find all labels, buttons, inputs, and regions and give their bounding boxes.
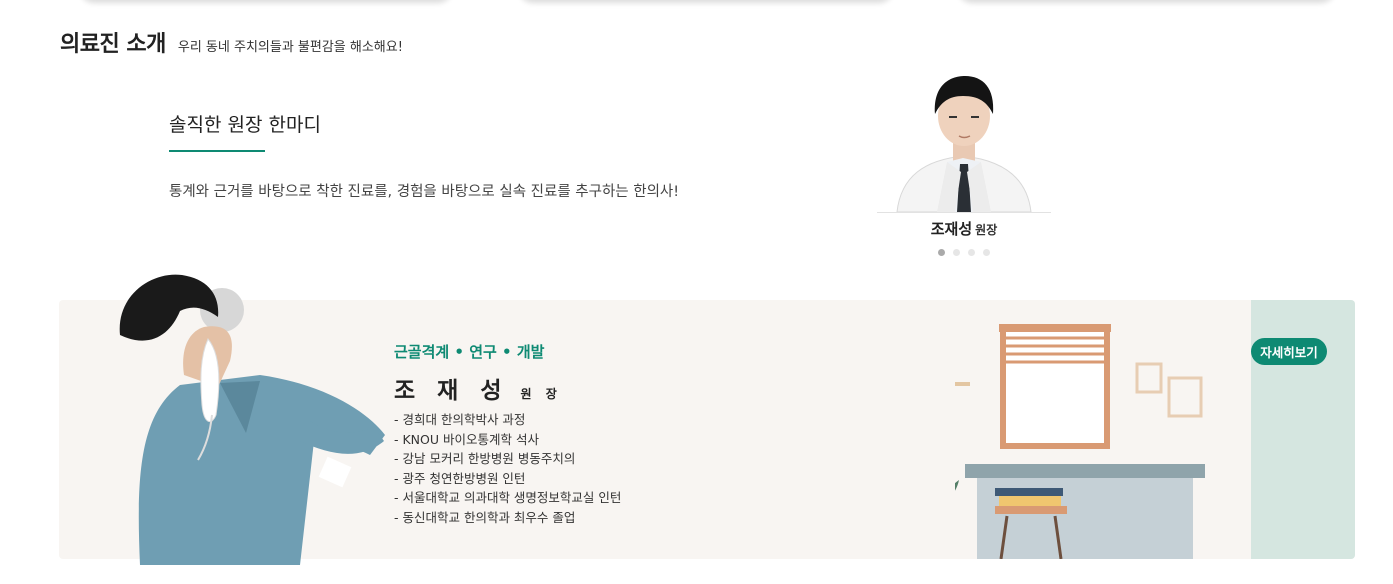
detail-button[interactable]: 자세히보기 [1251,338,1327,365]
carousel-dot-3[interactable] [968,249,975,256]
banner-name: 조 재 성 원 장 [394,371,562,405]
section-title: 의료진 소개 [60,32,166,57]
section-header: 의료진 소개 우리 동네 주치의들과 불편감을 해소해요! [60,26,403,58]
doctor-banner-photo [119,274,385,565]
section-subtitle: 우리 동네 주치의들과 불편감을 해소해요! [177,40,403,55]
doctor-name-line: 조재성 원장 [877,218,1051,239]
career-item: - 광주 청연한방병원 인턴 [394,470,526,486]
doctor-portrait-image [896,76,1032,212]
carousel-dot-4[interactable] [983,249,990,256]
career-item: - 강남 모커리 한방병원 병동주치의 [394,451,576,467]
career-item: - 경희대 한의학박사 과정 [394,412,526,427]
career-list: - 경희대 한의학박사 과정 - KNOU 바이오통계학 석사 - 강남 모커리… [394,410,621,528]
quote-title: 솔직한 원장 한마디 [169,114,321,136]
banner-doctor-role: 원 장 [520,387,562,401]
banner-doctor-name: 조 재 성 [394,378,509,404]
quote-text: 통계와 근거를 바탕으로 착한 진료를, 경험을 바탕으로 실속 진료를 추구하… [169,184,680,200]
career-item: - 동신대학교 한의학과 최우수 졸업 [394,509,576,525]
career-item: - 서울대학교 의과대학 생명정보학교실 인턴 [394,490,622,506]
carousel-dot-2[interactable] [953,249,960,256]
quote-underline [169,150,265,152]
doctor-portrait[interactable] [877,72,1051,213]
carousel-dot-1[interactable] [938,249,945,256]
doctor-name: 조재성 [930,220,973,238]
doctor-role: 원장 [975,223,998,237]
banner-specialty-tag: 근골격계 • 연구 • 개발 [394,343,545,361]
career-item: - KNOU 바이오통계학 석사 [394,431,539,447]
carousel-dots [938,249,990,256]
